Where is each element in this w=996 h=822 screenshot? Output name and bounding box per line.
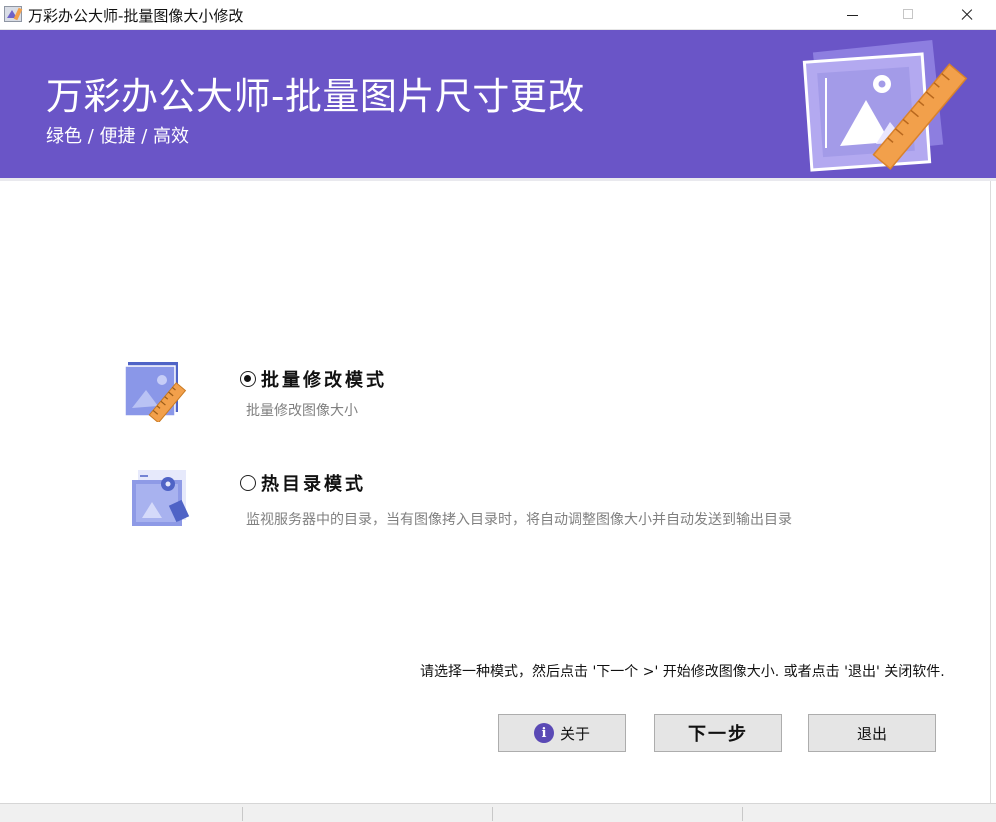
- maximize-button[interactable]: [886, 0, 932, 30]
- info-icon: i: [533, 723, 554, 743]
- radio-unselected-icon[interactable]: [240, 475, 256, 491]
- banner-title: 万彩办公大师-批量图片尺寸更改: [46, 75, 585, 118]
- banner-subtitle: 绿色 / 便捷 / 高效: [46, 126, 190, 147]
- about-button-label: 关于: [559, 724, 590, 743]
- hot-folder-mode-description: 监视服务器中的目录，当有图像拷入目录时，将自动调整图像大小并自动发送到输出目录: [246, 512, 792, 528]
- image-ruler-icon: [124, 362, 187, 422]
- instruction-text: 请选择一种模式，然后点击 '下一个 >' 开始修改图像大小. 或者点击 '退出'…: [420, 664, 945, 680]
- exit-button[interactable]: 退出: [808, 714, 936, 752]
- radio-selected-icon[interactable]: [240, 371, 256, 387]
- header-banner: 万彩办公大师-批量图片尺寸更改 绿色 / 便捷 / 高效: [0, 30, 996, 178]
- status-bar: [0, 803, 996, 822]
- hot-folder-image-icon: [132, 470, 190, 526]
- hot-folder-mode-label[interactable]: 热目录模式: [261, 470, 366, 496]
- minimize-button[interactable]: [830, 0, 876, 30]
- hot-folder-mode-radio[interactable]: 热目录模式: [240, 470, 366, 496]
- close-button[interactable]: [944, 0, 990, 30]
- exit-button-label: 退出: [856, 724, 887, 743]
- status-separator: [492, 807, 493, 821]
- status-separator: [242, 807, 243, 821]
- batch-mode-radio[interactable]: 批量修改模式: [240, 366, 387, 392]
- image-resize-illustration-icon: [802, 40, 968, 172]
- window-title: 万彩办公大师-批量图像大小修改: [28, 7, 244, 25]
- next-button-label: 下一步: [688, 724, 748, 745]
- title-bar: 万彩办公大师-批量图像大小修改: [0, 0, 996, 30]
- batch-mode-description: 批量修改图像大小: [246, 403, 358, 419]
- next-button[interactable]: 下一步: [654, 714, 782, 752]
- app-icon: [4, 6, 22, 22]
- batch-mode-label[interactable]: 批量修改模式: [261, 366, 387, 392]
- status-separator: [742, 807, 743, 821]
- about-button[interactable]: i 关于: [498, 714, 626, 752]
